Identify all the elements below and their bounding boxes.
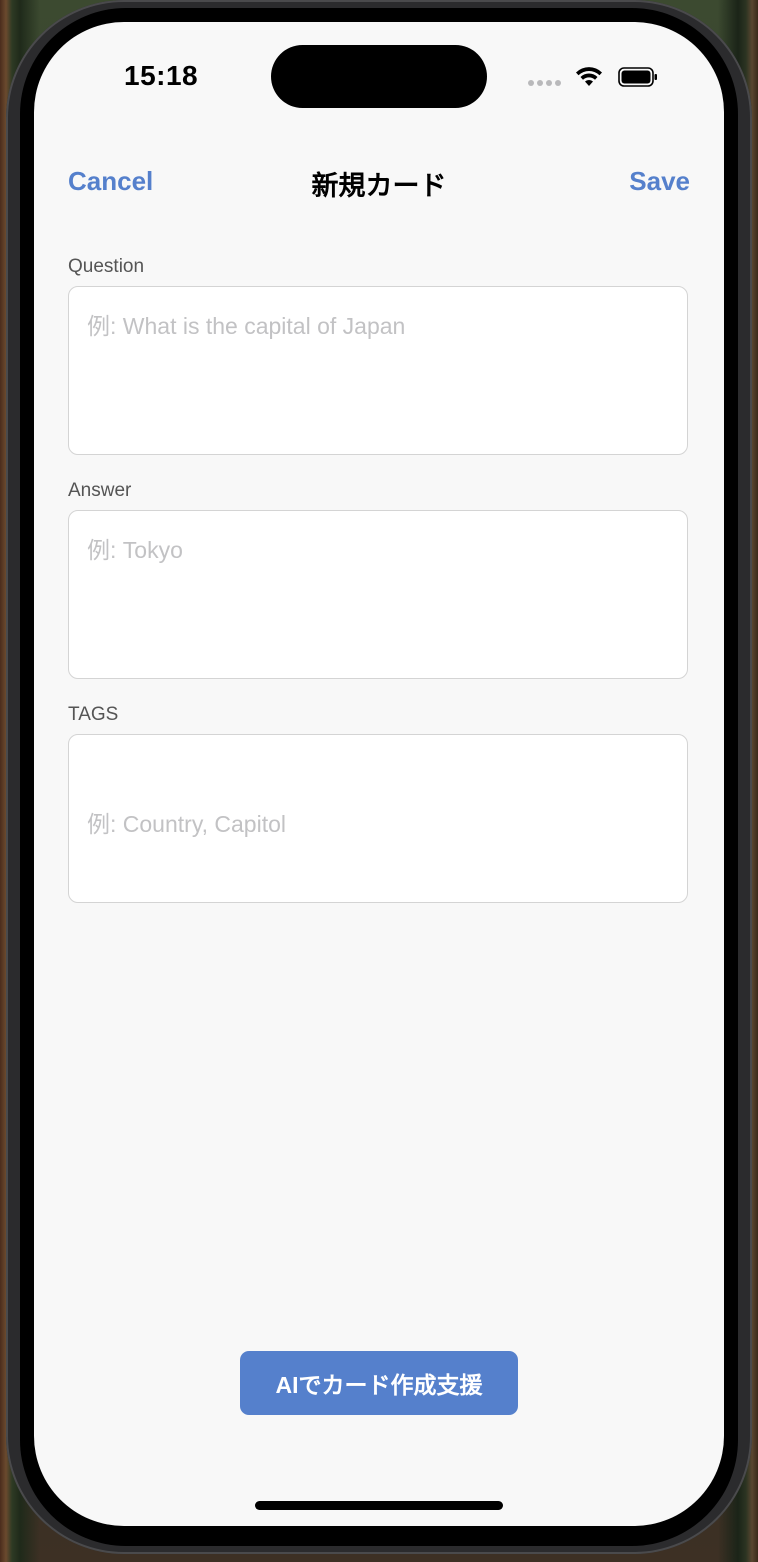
page-title: 新規カード [311, 171, 447, 201]
wifi-icon [576, 67, 602, 86]
question-field-container [68, 286, 688, 455]
status-icons [528, 62, 668, 92]
tags-field-container [68, 734, 688, 903]
cellular-dots-icon [528, 80, 561, 86]
status-time: 15:18 [124, 60, 199, 91]
app-screen: 15:18 Cancel 新規カード Save Question Answer … [34, 22, 724, 1526]
tags-label: TAGS [68, 704, 119, 725]
ai-card-assist-button[interactable]: AIでカード作成支援 [240, 1351, 518, 1415]
tags-input[interactable] [69, 735, 687, 902]
home-indicator[interactable] [255, 1501, 503, 1510]
navigation-bar: Cancel 新規カード Save [34, 162, 724, 202]
question-label: Question [68, 256, 145, 277]
dynamic-island [271, 45, 487, 108]
answer-field-container [68, 510, 688, 679]
battery-icon [618, 67, 657, 87]
question-input[interactable] [69, 287, 687, 454]
answer-label: Answer [68, 480, 132, 501]
save-button[interactable]: Save [629, 166, 690, 197]
answer-input[interactable] [69, 511, 687, 678]
